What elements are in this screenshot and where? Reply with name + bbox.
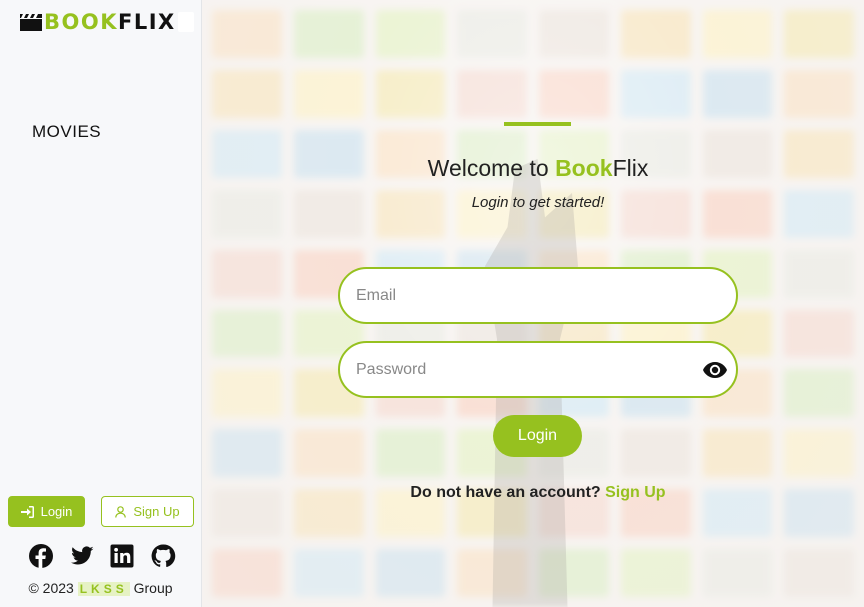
welcome-brand-book: Book	[555, 155, 613, 181]
sidebar-signup-label: Sign Up	[133, 504, 180, 519]
brand-logo[interactable]: BOOKFLIX	[20, 9, 194, 35]
password-field	[338, 341, 738, 398]
password-input[interactable]	[340, 343, 686, 396]
show-password-eye-icon[interactable]	[702, 360, 728, 380]
copyright-prefix: © 2023	[28, 580, 74, 596]
brand-part-book: BOOK	[44, 10, 118, 34]
twitter-icon[interactable]	[69, 543, 95, 569]
welcome-prefix: Welcome to	[427, 155, 556, 181]
signup-prompt: Do not have an account? Sign Up	[202, 484, 864, 502]
login-button[interactable]: Login	[493, 415, 582, 457]
nav-item-movies[interactable]: MOVIES	[32, 122, 101, 142]
sidebar: BOOKFLIX MOVIES Login Sign Up © 2023 LKS…	[0, 0, 202, 607]
clapperboard-icon	[20, 14, 42, 31]
sign-in-icon	[20, 505, 34, 518]
user-icon	[115, 505, 127, 518]
signup-link[interactable]: Sign Up	[605, 484, 665, 501]
copyright: © 2023 LKSS Group	[0, 580, 201, 596]
brand-logo-tail	[177, 12, 194, 32]
login-panel: Welcome to BookFlix Login to get started…	[202, 0, 864, 607]
linkedin-icon[interactable]	[109, 543, 135, 569]
welcome-subtitle: Login to get started!	[471, 194, 605, 211]
sidebar-login-label: Login	[40, 504, 73, 519]
sidebar-signup-button[interactable]: Sign Up	[101, 496, 194, 527]
welcome-brand-flix: Flix	[612, 155, 649, 181]
brand-part-flix: FLIX	[117, 10, 176, 34]
email-field	[338, 267, 738, 324]
welcome-heading: Welcome to BookFlix	[202, 155, 864, 182]
heading-accent-bar	[504, 122, 571, 126]
sidebar-login-button[interactable]: Login	[8, 496, 85, 527]
social-links	[28, 543, 176, 569]
github-icon[interactable]	[150, 543, 176, 569]
copyright-suffix: Group	[133, 580, 173, 596]
copyright-org: LKSS	[77, 582, 130, 596]
no-account-text: Do not have an account?	[410, 484, 601, 501]
email-input[interactable]	[340, 269, 686, 322]
facebook-icon[interactable]	[28, 543, 54, 569]
